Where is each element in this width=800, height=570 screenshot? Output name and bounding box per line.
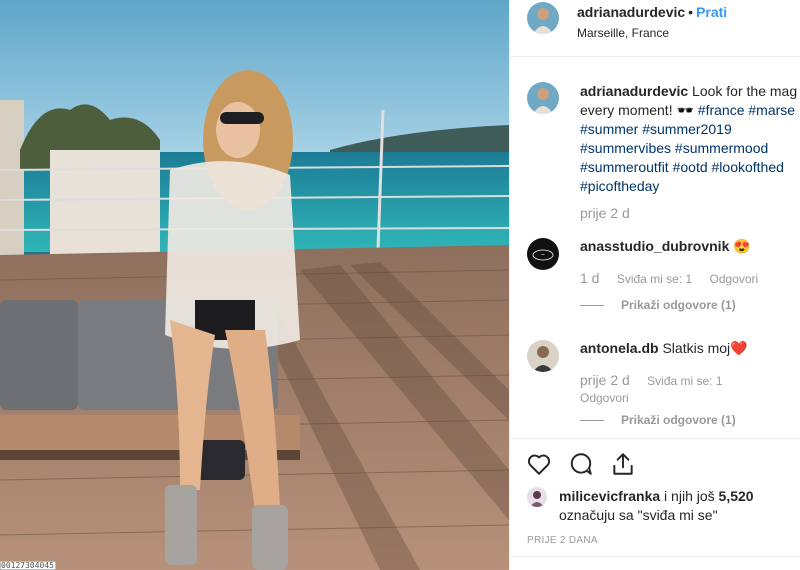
share-icon[interactable] <box>610 451 636 477</box>
caption-line2-tags[interactable]: #france #marse <box>694 102 795 118</box>
post-header: adrianadurdevic • Prati Marseille, France <box>510 0 800 57</box>
location-link[interactable]: Marseille, France <box>577 26 727 40</box>
comment-timestamp[interactable]: prije 2 d <box>580 372 630 388</box>
add-comment-area[interactable] <box>510 556 800 570</box>
caption-username[interactable]: adrianadurdevic <box>580 83 688 99</box>
comment-text: 😍 <box>733 238 751 254</box>
comment-likes[interactable]: Sviđa mi se: 1 <box>647 374 722 388</box>
likes-mid-text: i njih još <box>660 488 719 504</box>
liker-username[interactable]: milicevicfranka <box>559 488 660 504</box>
comment-item: antonela.db Slatkis moj❤️ prije 2 d Sviđ… <box>527 340 800 427</box>
post-caption: adrianadurdevic Look for the mag every m… <box>527 82 800 223</box>
separator-dot: • <box>688 4 694 20</box>
heart-icon[interactable] <box>526 451 552 477</box>
post-side-panel: adrianadurdevic • Prati Marseille, France … <box>509 0 800 570</box>
caption-timestamp[interactable]: prije 2 d <box>580 204 800 223</box>
post-photo[interactable]: 00127304045 <box>0 0 509 570</box>
post-footer: milicevicfranka i njih još 5,520 označuj… <box>510 438 800 570</box>
reply-button[interactable]: Odgovori <box>580 391 629 405</box>
liker-avatar[interactable] <box>527 487 547 507</box>
post-date[interactable]: PRIJE 2 DANA <box>510 525 800 546</box>
likes-end-text: označuju sa "sviđa mi se" <box>559 507 718 523</box>
author-username[interactable]: adrianadurdevic <box>577 4 685 20</box>
comment-timestamp[interactable]: 1 d <box>580 270 599 286</box>
comment-icon[interactable] <box>568 451 594 477</box>
likes-count[interactable]: 5,520 <box>719 488 754 504</box>
view-replies-button[interactable]: Prikaži odgovore (1) <box>580 413 800 427</box>
view-replies-button[interactable]: Prikaži odgovore (1) <box>580 298 800 312</box>
commenter-avatar[interactable] <box>527 340 559 372</box>
reply-button[interactable]: Odgovori <box>710 272 759 286</box>
author-avatar[interactable] <box>527 2 559 34</box>
commenter-avatar[interactable]: ~ <box>527 238 559 270</box>
comment-item: ~ anasstudio_dubrovnik 😍 1 d Sviđa mi se… <box>527 238 800 312</box>
caption-avatar[interactable] <box>527 82 559 114</box>
sunglasses-emoji: 🕶️ <box>676 102 694 118</box>
comment-username[interactable]: anasstudio_dubrovnik <box>580 238 729 254</box>
follow-button[interactable]: Prati <box>696 4 727 20</box>
comments-list[interactable]: adrianadurdevic Look for the mag every m… <box>510 58 800 438</box>
caption-hashtags-line4[interactable]: #summervibes #summermood <box>580 139 800 158</box>
comment-text: Slatkis moj❤️ <box>662 340 748 356</box>
image-id-badge: 00127304045 <box>0 561 56 570</box>
caption-hashtags-line5[interactable]: #summeroutfit #ootd #lookofthed <box>580 158 800 177</box>
view-replies-label: Prikaži odgovore (1) <box>621 298 736 312</box>
comment-username[interactable]: antonela.db <box>580 340 659 356</box>
caption-hashtags-line6[interactable]: #picoftheday <box>580 177 800 196</box>
comment-likes[interactable]: Sviđa mi se: 1 <box>617 272 692 286</box>
caption-line2-text: every moment! <box>580 102 677 118</box>
caption-hashtags-line3[interactable]: #summer #summer2019 <box>580 120 800 139</box>
replies-divider <box>580 304 604 306</box>
post-photo-image <box>0 0 509 570</box>
svg-text:~: ~ <box>541 252 545 258</box>
view-replies-label: Prikaži odgovore (1) <box>621 413 736 427</box>
replies-divider <box>580 419 604 421</box>
caption-text-start: Look for the mag <box>692 83 798 99</box>
action-bar <box>510 439 800 477</box>
likes-summary: milicevicfranka i njih još 5,520 označuj… <box>510 477 800 525</box>
